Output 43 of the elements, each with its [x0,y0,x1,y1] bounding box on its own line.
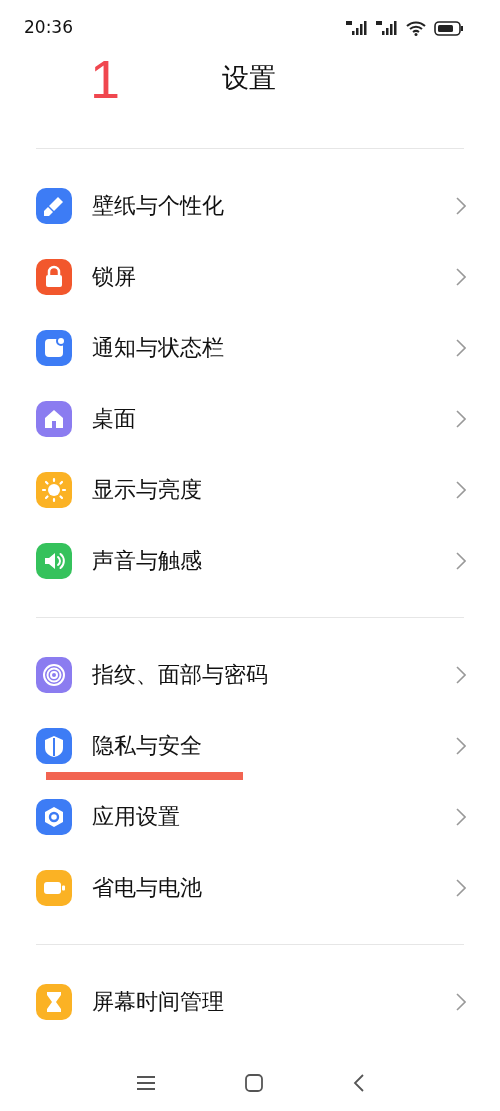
signal-icon [346,21,368,35]
chevron-right-icon [456,807,466,826]
chevron-right-icon [456,736,466,755]
chevron-right-icon [456,267,466,286]
chevron-right-icon [456,480,466,499]
item-label: 隐私与安全 [92,732,202,760]
back-icon[interactable] [352,1074,364,1092]
item-label: 壁纸与个性化 [92,192,224,220]
wifi-icon [406,20,426,36]
page-title: 设置 [222,61,276,95]
item-label: 省电与电池 [92,874,202,902]
chevron-right-icon [456,551,466,570]
settings-item[interactable]: 桌面 [0,383,500,454]
item-label: 指纹、面部与密码 [92,661,268,689]
settings-item[interactable]: 壁纸与个性化 [0,170,500,241]
item-label: 锁屏 [92,263,136,291]
item-label: 应用设置 [92,803,180,831]
settings-item[interactable]: 声音与触感 [0,525,500,596]
home-button-icon[interactable] [244,1074,263,1092]
item-label: 显示与亮度 [92,476,202,504]
battery-icon [434,20,464,36]
settings-item[interactable]: 屏幕时间管理 [0,966,500,1037]
settings-item[interactable]: 应用设置 [0,781,500,852]
settings-item[interactable]: 显示与亮度 [0,454,500,525]
chevron-right-icon [456,409,466,428]
annotation-number: 1 [90,52,121,106]
item-label: 声音与触感 [92,547,202,575]
settings-item[interactable]: 隐私与安全 [0,710,500,781]
menu-icon[interactable] [136,1076,155,1090]
settings-item[interactable]: 省电与电池 [0,852,500,923]
settings-item[interactable]: 锁屏 [0,241,500,312]
item-label: 屏幕时间管理 [92,988,224,1016]
item-label: 通知与状态栏 [92,334,224,362]
item-label: 桌面 [92,405,136,433]
chevron-right-icon [456,665,466,684]
chevron-right-icon [456,992,466,1011]
settings-item[interactable]: 指纹、面部与密码 [0,639,500,710]
chevron-right-icon [456,878,466,897]
status-time: 20:36 [24,16,73,40]
chevron-right-icon [456,338,466,357]
chevron-right-icon [456,196,466,215]
settings-item[interactable]: 通知与状态栏 [0,312,500,383]
signal-icon [376,21,398,35]
